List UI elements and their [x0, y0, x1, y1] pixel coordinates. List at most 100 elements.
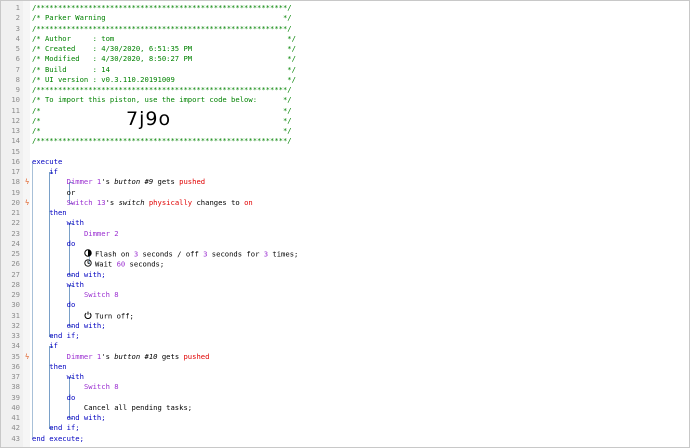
code-token: Cancel all pending tasks;: [32, 402, 193, 412]
code-text: end if;: [32, 423, 79, 433]
code-token: seconds for: [207, 249, 264, 259]
code-token: 's: [101, 177, 115, 187]
line-number: 33: [11, 331, 20, 340]
line-number: 22: [11, 218, 20, 228]
line-number: 29: [11, 290, 20, 299]
code-text: Dimmer 1's button #10 gets pushed: [32, 351, 210, 362]
code-line: 22 with: [1, 218, 689, 228]
code-text: /***************************************…: [32, 136, 292, 146]
code-line: 16 execute: [1, 156, 689, 167]
line-number: 32: [11, 320, 20, 330]
line-number: 35: [11, 351, 20, 361]
code-line: 40 Cancel all pending tasks;: [1, 403, 689, 413]
code-line: 38 Switch 8: [1, 382, 689, 392]
line-number: 5: [15, 44, 20, 53]
line-number: 14: [11, 136, 20, 146]
code-token: /***************************************…: [32, 85, 292, 94]
code-line: 26 Wait 60 seconds;: [1, 259, 689, 269]
line-number: 16: [11, 156, 20, 166]
code-line: 9 /**************************************…: [1, 85, 689, 95]
code-line: 33 end if;: [1, 331, 689, 341]
line-number: 19: [11, 187, 20, 197]
code-text: Switch 13's switch physically changes to…: [32, 198, 253, 208]
trigger-lightning-icon: ϟ: [25, 352, 30, 361]
code-token: end execute;: [32, 433, 84, 443]
code-text: Switch 8: [32, 290, 119, 300]
line-number: 8: [15, 74, 20, 84]
line-number: 6: [15, 54, 20, 64]
code-token: Dimmer 1: [66, 177, 102, 187]
line-number: 17: [11, 167, 20, 176]
line-number: 11: [11, 105, 20, 115]
code-token: /* Build : 14 */: [32, 64, 296, 74]
code-text: with: [32, 372, 84, 382]
code-line: 30 do: [1, 300, 689, 310]
code-token: physically: [148, 197, 193, 207]
code-line: 12/* */: [1, 116, 689, 126]
code-text: if: [32, 341, 58, 351]
code-line: 20 ϟ Switch 13's switch physically change…: [1, 197, 689, 208]
code-token: end with;: [32, 269, 106, 279]
code-text: /***************************************…: [32, 85, 292, 95]
line-number: 15: [11, 146, 20, 156]
code-line: 2 /* Parker Warning */: [1, 13, 689, 23]
code-token: times;: [268, 249, 299, 259]
line-number: 20: [11, 197, 20, 207]
code-token: do: [32, 238, 76, 248]
code-text: /* Parker Warning */: [32, 13, 292, 23]
line-number: 38: [11, 382, 20, 392]
code-line: 39 do: [1, 393, 689, 403]
code-token: /***************************************…: [32, 136, 292, 146]
code-token: /***************************************…: [32, 23, 292, 33]
code-line: 17 if: [1, 167, 689, 177]
line-number: 9: [15, 85, 20, 94]
line-number: 7: [15, 64, 20, 74]
code-token: Switch 8: [83, 290, 119, 299]
line-number: 27: [11, 269, 20, 279]
code-token: or: [32, 187, 76, 197]
code-text: then: [32, 362, 66, 372]
code-line: 35 ϟ Dimmer 1's button #10 gets pushed: [1, 351, 689, 362]
code-text: /* To import this piston, use the import…: [32, 95, 292, 105]
code-token: gets: [157, 351, 184, 361]
code-token: /* To import this piston, use the import…: [32, 95, 292, 105]
code-line: 10 /* To import this piston, use the impo…: [1, 95, 689, 105]
code-line: 19 or: [1, 187, 689, 198]
code-line: 25 Flash on 3 seconds / off 3 seconds fo…: [1, 249, 689, 259]
code-text: /* Created : 4/30/2020, 6:51:35 PM */: [32, 44, 296, 54]
code-token: if: [32, 341, 58, 351]
code-line: 11/* */: [1, 105, 689, 116]
code-line: 13/* */: [1, 126, 689, 136]
line-number: 34: [11, 341, 20, 351]
code-line: 4 /* Author : tom */: [1, 34, 689, 44]
code-token: execute: [32, 156, 63, 166]
code-line: 1 /**************************************…: [1, 3, 689, 13]
code-token: pushed: [179, 177, 206, 187]
code-text: Cancel all pending tasks;: [32, 403, 192, 413]
code-line: 43 end execute;: [1, 433, 689, 444]
code-token: button #9: [114, 177, 154, 187]
line-number: 21: [11, 208, 20, 217]
code-token: 's: [105, 197, 119, 207]
code-token: /***************************************…: [32, 3, 292, 12]
code-token: Turn off;: [94, 311, 134, 321]
code-token: with: [32, 218, 84, 228]
code-token: Dimmer 2: [83, 228, 119, 238]
code-line: 41 end with;: [1, 413, 689, 423]
code-text: with: [32, 218, 84, 228]
code-text: then: [32, 208, 66, 218]
line-number: 2: [15, 13, 20, 23]
code-token: seconds;: [125, 259, 165, 269]
trigger-lightning-icon: ϟ: [25, 178, 30, 187]
code-line: 42 end if;: [1, 423, 689, 433]
code-text: /* Modified : 4/30/2020, 8:50:27 PM */: [32, 54, 296, 64]
import-code[interactable]: 7j9o: [126, 108, 171, 130]
code-text: /***************************************…: [32, 3, 292, 13]
